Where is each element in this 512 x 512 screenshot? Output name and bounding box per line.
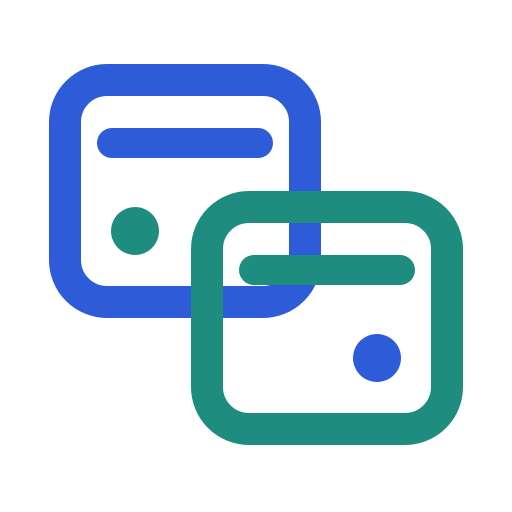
two-overlapping-cards-icon — [49, 64, 463, 445]
front-card-dot — [353, 334, 401, 382]
icon-canvas — [0, 0, 512, 512]
back-card-dot — [111, 207, 159, 255]
